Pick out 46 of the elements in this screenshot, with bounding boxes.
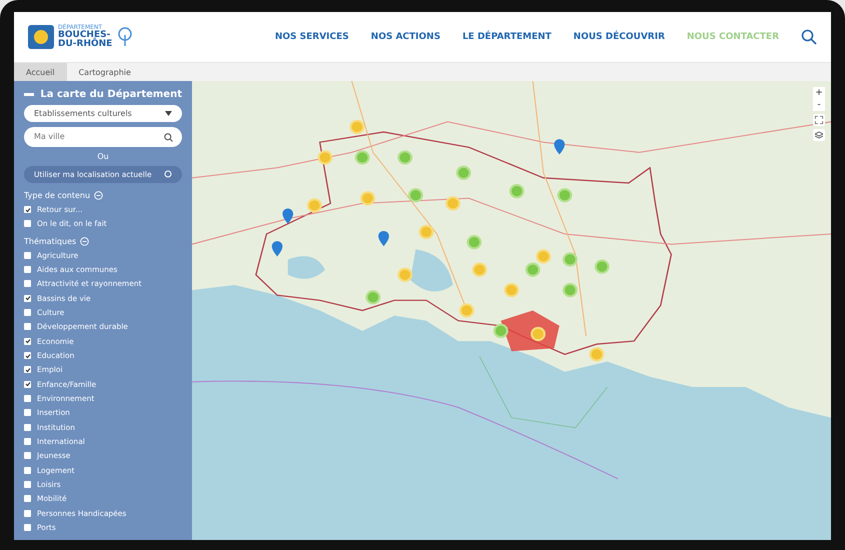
sidebar-title: La carte du Département xyxy=(40,89,182,100)
search-icon xyxy=(164,132,173,142)
checkbox[interactable] xyxy=(24,352,31,360)
collapse-icon[interactable] xyxy=(94,190,104,200)
logo-text: DU-RHÔNE xyxy=(58,40,112,49)
checkbox[interactable] xyxy=(24,366,31,374)
city-field[interactable]: Ma ville xyxy=(24,126,182,147)
checkbox[interactable] xyxy=(24,510,31,517)
layers-button[interactable] xyxy=(813,129,825,141)
checkbox[interactable] xyxy=(24,380,31,388)
checkbox[interactable] xyxy=(24,294,31,302)
checkbox[interactable] xyxy=(24,309,31,316)
fullscreen-button[interactable] xyxy=(813,114,825,126)
search-icon[interactable] xyxy=(801,29,817,45)
caret-icon xyxy=(165,110,172,116)
checkbox[interactable] xyxy=(24,252,31,259)
dash-icon xyxy=(24,93,34,96)
group-title: Thématiques xyxy=(24,236,76,246)
or-label: Ou xyxy=(96,152,110,161)
nav-link[interactable]: NOS ACTIONS xyxy=(370,32,440,42)
checkbox[interactable] xyxy=(24,206,31,214)
checkbox[interactable] xyxy=(24,220,31,228)
checkbox[interactable] xyxy=(24,452,31,460)
checkbox[interactable] xyxy=(24,424,31,431)
nav-link[interactable]: NOS SERVICES xyxy=(274,32,349,42)
checkbox[interactable] xyxy=(24,323,31,330)
nav-link[interactable]: LE DÉPARTEMENT xyxy=(462,32,552,42)
checkbox[interactable] xyxy=(24,438,31,445)
locate-icon xyxy=(164,170,172,178)
checkbox[interactable] xyxy=(24,466,31,474)
checkbox[interactable] xyxy=(24,495,31,502)
checkbox[interactable] xyxy=(24,266,31,274)
logo-badge-icon xyxy=(28,25,54,49)
breadcrumb-link[interactable]: Accueil xyxy=(14,63,67,81)
tree-icon xyxy=(116,27,134,47)
checkbox[interactable] xyxy=(24,480,31,488)
checkbox[interactable] xyxy=(24,409,31,416)
nav-link[interactable]: NOUS DÉCOUVRIR xyxy=(573,32,665,42)
checkbox[interactable] xyxy=(24,524,31,531)
checkbox[interactable] xyxy=(24,395,31,402)
group-title: Type de contenu xyxy=(24,190,90,200)
collapse-icon[interactable] xyxy=(80,236,90,246)
checkbox[interactable] xyxy=(24,280,31,288)
checkbox[interactable] xyxy=(24,338,31,345)
breadcrumb-link[interactable]: Cartographie xyxy=(66,63,143,81)
category-select[interactable]: Etablissements culturels xyxy=(24,105,182,122)
